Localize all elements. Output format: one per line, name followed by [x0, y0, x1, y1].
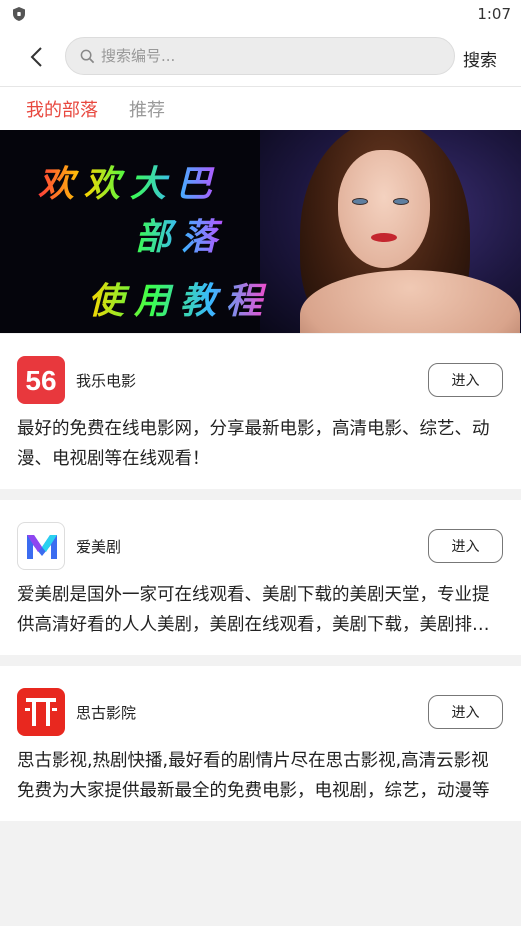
aimeiju-logo-icon	[17, 522, 65, 570]
enter-button[interactable]: 进入	[428, 695, 503, 729]
search-input[interactable]	[101, 47, 431, 65]
item-name: 我乐电影	[76, 372, 137, 390]
item-description: 最好的免费在线电影网，分享最新电影，高清电影、综艺、动漫、电视剧等在线观看！	[17, 419, 490, 469]
banner-title-line-2: 部落	[135, 208, 227, 260]
back-button[interactable]	[22, 42, 50, 72]
search-header: 搜索	[0, 28, 521, 86]
tab-bar: 我的部落 推荐	[0, 86, 521, 130]
item-description: 思古影视,热剧快播,最好看的剧情片尽在思古影视,高清云影视免费为大家提供最新最全…	[17, 751, 490, 801]
list-item: 思古影院 进入 思古影视,热剧快播,最好看的剧情片尽在思古影视,高清云影视免费为…	[0, 666, 521, 821]
tab-recommend[interactable]: 推荐	[129, 96, 165, 122]
banner-portrait	[338, 150, 430, 268]
search-box[interactable]	[65, 37, 455, 75]
woledianying-logo-icon: 56	[17, 356, 65, 404]
siguyingyuan-logo-icon	[17, 688, 65, 736]
banner-title-line-3: 使用教程	[88, 272, 272, 324]
status-time: 1:07	[477, 5, 511, 23]
item-description: 爱美剧是国外一家可在线观看、美剧下载的美剧天堂，专业提供高清好看的人人美剧，美剧…	[17, 585, 490, 635]
chevron-left-icon	[30, 47, 42, 67]
enter-button[interactable]: 进入	[428, 529, 503, 563]
search-icon	[80, 49, 95, 63]
banner-title-line-1: 欢欢大巴	[38, 155, 222, 207]
item-name: 爱美剧	[76, 538, 122, 556]
item-name: 思古影院	[76, 704, 137, 722]
search-button[interactable]: 搜索	[463, 46, 497, 71]
shield-icon	[13, 7, 25, 21]
status-bar: 1:07	[0, 0, 521, 28]
list-item: 56 我乐电影 进入 最好的免费在线电影网，分享最新电影，高清电影、综艺、动漫、…	[0, 334, 521, 489]
list-item: 爱美剧 进入 爱美剧是国外一家可在线观看、美剧下载的美剧天堂，专业提供高清好看的…	[0, 500, 521, 655]
enter-button[interactable]: 进入	[428, 363, 503, 397]
svg-text:56: 56	[25, 365, 56, 396]
tab-my-tribe[interactable]: 我的部落	[26, 96, 98, 122]
